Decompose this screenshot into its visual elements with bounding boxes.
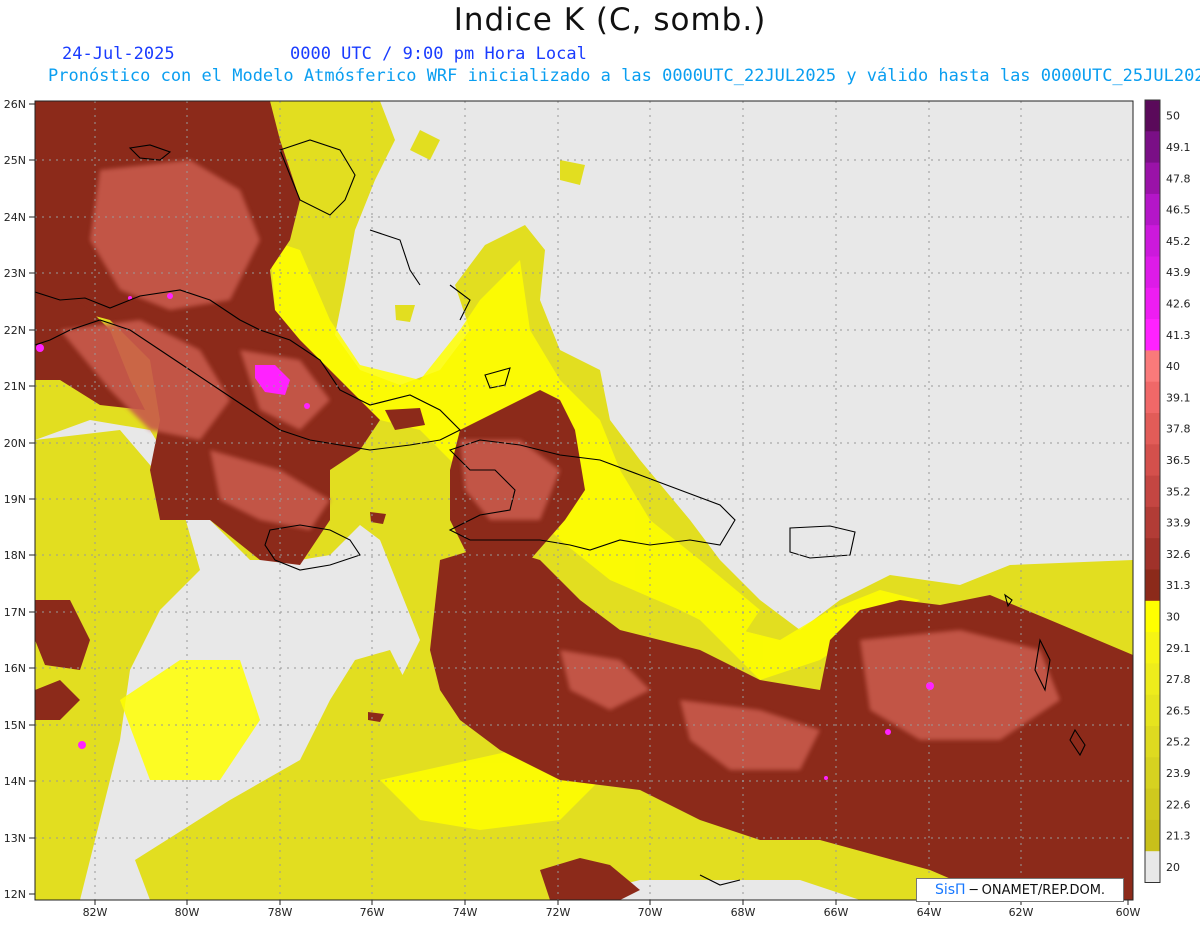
legend-swatch: [1145, 538, 1160, 570]
legend-swatch: [1145, 569, 1160, 602]
lat-label: 17N: [4, 606, 26, 619]
lat-label: 15N: [4, 719, 26, 732]
lat-label: 18N: [4, 549, 26, 562]
lat-label: 21N: [4, 380, 26, 393]
legend-swatch: [1145, 162, 1160, 195]
legend-swatch: [1145, 444, 1160, 477]
lon-label: 70W: [638, 906, 663, 919]
lat-label: 24N: [4, 211, 26, 224]
legend-label: 27.8: [1166, 673, 1191, 686]
legend-label: 42.6: [1166, 297, 1191, 310]
lon-label: 64W: [917, 906, 942, 919]
legend-label: 43.9: [1166, 266, 1191, 279]
lat-label: 14N: [4, 775, 26, 788]
legend-label: 21.3: [1166, 830, 1191, 843]
lat-label: 26N: [4, 98, 26, 111]
legend-label: 35.2: [1166, 485, 1191, 498]
legend-label: 20: [1166, 861, 1180, 874]
legend-label: 49.1: [1166, 141, 1191, 154]
lat-label: 20N: [4, 437, 26, 450]
lon-label: 80W: [175, 906, 200, 919]
lon-label: 66W: [824, 906, 849, 919]
legend-label: 46.5: [1166, 204, 1191, 217]
legend-label: 31.3: [1166, 579, 1191, 592]
lon-label: 68W: [731, 906, 756, 919]
lat-label: 23N: [4, 267, 26, 280]
legend-swatch: [1145, 256, 1160, 289]
legend-swatch: [1145, 225, 1160, 257]
lat-label: 12N: [4, 888, 26, 901]
legend-swatch: [1145, 319, 1160, 351]
lon-label: 74W: [453, 906, 478, 919]
sispi-logo-text: SisΠ: [934, 882, 966, 898]
lon-label: 62W: [1009, 906, 1034, 919]
credit-box: SisΠ ─ ONAMET/REP.DOM.: [916, 878, 1124, 902]
legend-swatch: [1145, 287, 1160, 320]
legend-label: 32.6: [1166, 548, 1191, 561]
legend-label: 29.1: [1166, 642, 1191, 655]
lat-label: 22N: [4, 324, 26, 337]
lat-label: 13N: [4, 832, 26, 845]
legend-label: 26.5: [1166, 704, 1191, 717]
legend-swatch: [1145, 193, 1160, 226]
credit-text: ─ ONAMET/REP.DOM.: [965, 883, 1106, 898]
lon-labels: 82W 80W 78W 76W 74W 72W 70W 68W 66W 64W …: [83, 906, 1141, 919]
legend-label: 23.9: [1166, 767, 1191, 780]
legend-label: 36.5: [1166, 454, 1191, 467]
legend-label: 39.1: [1166, 391, 1191, 404]
lat-label: 25N: [4, 154, 26, 167]
legend-label: 37.8: [1166, 423, 1191, 436]
legend-label: 41.3: [1166, 329, 1191, 342]
legend-swatch: [1145, 506, 1160, 539]
legend-label: 22.6: [1166, 798, 1191, 811]
lat-label: 16N: [4, 662, 26, 675]
legend-label: 30: [1166, 610, 1180, 623]
k-index-map: 26N 25N 24N 23N 22N 21N 20N 19N 18N 17N …: [4, 98, 1191, 919]
legend-swatch: [1145, 694, 1160, 727]
legend-swatch: [1145, 131, 1160, 164]
legend-swatch: [1145, 600, 1160, 633]
lat-label: 19N: [4, 493, 26, 506]
legend-swatch: [1145, 819, 1160, 852]
lon-label: 78W: [268, 906, 293, 919]
legend-label: 40: [1166, 360, 1180, 373]
legend-swatch: [1145, 851, 1160, 883]
legend-label: 47.8: [1166, 172, 1191, 185]
legend-label: 45.2: [1166, 235, 1191, 248]
lon-label: 60W: [1116, 906, 1141, 919]
legend-label: 50: [1166, 110, 1180, 123]
legend-swatch: [1145, 100, 1160, 132]
lon-label: 76W: [360, 906, 385, 919]
lat-labels: 26N 25N 24N 23N 22N 21N 20N 19N 18N 17N …: [4, 98, 26, 901]
legend-swatch: [1145, 381, 1160, 414]
lon-label: 82W: [83, 906, 108, 919]
legend-swatch: [1145, 726, 1160, 758]
legend-swatch: [1145, 663, 1160, 696]
legend-label: 25.2: [1166, 736, 1191, 749]
legend-swatch: [1145, 632, 1160, 664]
legend-swatch: [1145, 475, 1160, 508]
legend-swatch: [1145, 350, 1160, 383]
legend-swatch: [1145, 788, 1160, 821]
color-legend: 50 49.1 47.8 46.5 45.2 43.9 42.6 41.3 40 39.1 37.8…: [1144, 99, 1191, 883]
legend-swatch: [1145, 757, 1160, 790]
lon-label: 72W: [546, 906, 571, 919]
legend-label: 33.9: [1166, 517, 1191, 530]
lat-ticks: [29, 103, 35, 895]
legend-swatch: [1145, 413, 1160, 445]
